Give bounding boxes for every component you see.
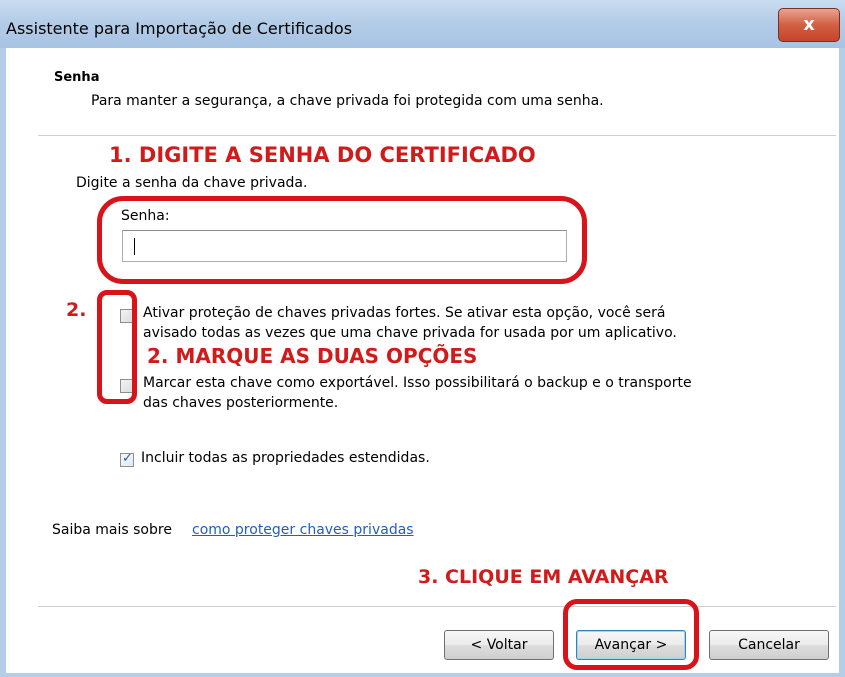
annotation-step-3: 3. CLIQUE EM AVANÇAR [418, 566, 669, 588]
text-caret [134, 238, 135, 255]
window-title: Assistente para Importação de Certificad… [6, 19, 353, 38]
close-icon: x [803, 14, 815, 35]
password-input[interactable] [122, 230, 567, 262]
exportable-key-label-line1: Marcar esta chave como exportável. Isso … [143, 375, 692, 391]
instruction-text: Digite a senha da chave privada. [76, 175, 308, 191]
wizard-content: Senha Para manter a segurança, a chave p… [6, 48, 839, 673]
section-title: Senha [54, 70, 100, 85]
extended-properties-checkbox[interactable]: ✓ [120, 451, 134, 467]
protect-private-keys-link[interactable]: como proteger chaves privadas [192, 522, 414, 538]
footer-separator [38, 606, 836, 608]
next-button[interactable]: Avançar > [576, 630, 686, 660]
title-bar: Assistente para Importação de Certificad… [0, 0, 845, 48]
checkmark-icon: ✓ [122, 451, 133, 466]
close-button[interactable]: x [778, 8, 840, 42]
cancel-button[interactable]: Cancelar [709, 630, 829, 660]
section-description: Para manter a segurança, a chave privada… [91, 93, 604, 109]
learn-more-text: Saiba mais sobre [52, 522, 172, 538]
exportable-key-label-line2: das chaves posteriormente. [143, 395, 339, 411]
password-label: Senha: [121, 208, 170, 224]
window-frame: Senha Para manter a segurança, a chave p… [0, 48, 845, 677]
strong-protection-label-line1: Ativar proteção de chaves privadas forte… [143, 305, 666, 321]
annotation-step-1: 1. DIGITE A SENHA DO CERTIFICADO [109, 143, 536, 167]
annotation-step-2: 2. MARQUE AS DUAS OPÇÕES [147, 344, 478, 368]
exportable-key-checkbox[interactable] [120, 379, 134, 393]
extended-properties-label: Incluir todas as propriedades estendidas… [141, 450, 430, 466]
strong-protection-checkbox[interactable] [120, 309, 134, 323]
wizard-header: Senha Para manter a segurança, a chave p… [6, 48, 839, 135]
strong-protection-label-line2: avisado todas as vezes que uma chave pri… [143, 325, 677, 341]
back-button[interactable]: < Voltar [444, 630, 554, 660]
annotation-step-2-number: 2. [66, 299, 87, 321]
header-separator [38, 135, 836, 137]
